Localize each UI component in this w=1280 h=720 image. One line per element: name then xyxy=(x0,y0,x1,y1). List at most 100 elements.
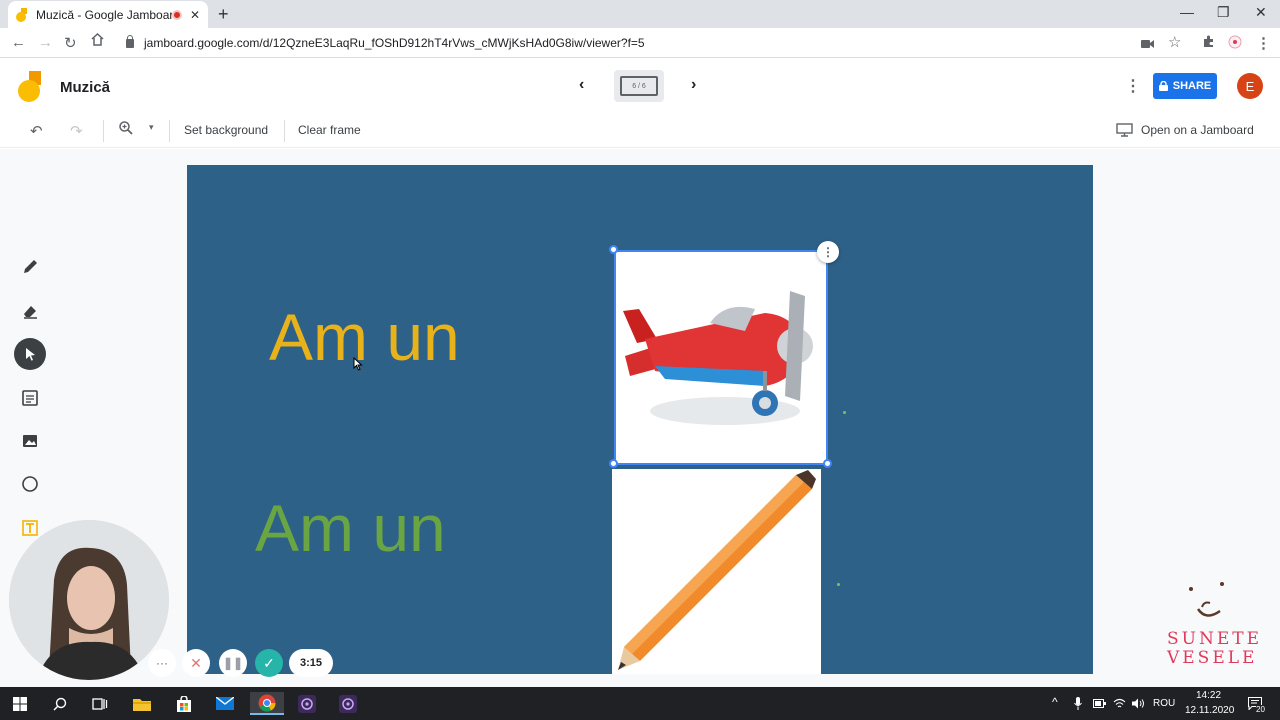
sunete-vesele-logo: SUNETE VESELE xyxy=(1160,575,1260,675)
store-icon[interactable] xyxy=(173,692,195,715)
jamboard-header: Muzică ‹ 6 / 6 › ⋮ SHARE E xyxy=(0,58,1280,114)
text-box-icon xyxy=(22,520,38,536)
address-bar[interactable]: jamboard.google.com/d/12QzneE3LaqRu_fOSh… xyxy=(116,31,1136,55)
clear-frame-button[interactable]: Clear frame xyxy=(298,123,361,137)
window-close-icon[interactable]: ✕ xyxy=(1255,4,1267,21)
shape-tool[interactable] xyxy=(14,468,46,500)
input-language[interactable]: ROU xyxy=(1153,698,1175,709)
jamboard-toolbar: ↶ ↷ ▾ Set background Clear frame Open on… xyxy=(0,114,1280,148)
recording-timer: 3:15 xyxy=(289,649,333,677)
add-image-tool[interactable] xyxy=(14,425,46,457)
zoom-dropdown-icon[interactable]: ▾ xyxy=(149,122,154,133)
image-options-icon[interactable]: ⋮ xyxy=(817,241,839,263)
cancel-recording-icon[interactable]: ✕ xyxy=(182,649,210,677)
windows-start-icon[interactable] xyxy=(10,692,30,715)
url-text: jamboard.google.com/d/12QzneE3LaqRu_fOSh… xyxy=(144,36,645,50)
pencil-image[interactable] xyxy=(612,469,821,674)
jamboard-logo-icon xyxy=(18,71,42,103)
set-background-button[interactable]: Set background xyxy=(184,123,268,137)
frame-bar-toggle[interactable]: 6 / 6 xyxy=(614,70,664,102)
mail-icon[interactable] xyxy=(214,692,236,715)
redo-icon[interactable]: ↷ xyxy=(70,122,83,140)
ink-dot xyxy=(843,411,846,414)
jam-canvas[interactable]: Am un Am un ⋮ xyxy=(187,165,1093,674)
account-avatar[interactable]: E xyxy=(1237,73,1263,99)
extensions-icon[interactable] xyxy=(1202,35,1215,52)
pause-recording-icon[interactable]: ❚❚ xyxy=(219,649,247,677)
toolbar-divider xyxy=(103,120,104,142)
browser-toolbar: ← → ↻ jamboard.google.com/d/12QzneE3LaqR… xyxy=(0,28,1280,58)
volume-icon[interactable] xyxy=(1131,692,1145,715)
image-icon xyxy=(23,435,37,447)
minimize-icon[interactable]: — xyxy=(1180,4,1194,20)
bookmark-star-icon[interactable]: ☆ xyxy=(1168,33,1181,51)
recorder-more-icon[interactable]: ··· xyxy=(148,649,176,677)
toolbar-divider xyxy=(169,120,170,142)
microphone-icon[interactable] xyxy=(1072,692,1084,715)
brand-line-2: VESELE xyxy=(1167,648,1258,668)
share-button[interactable]: SHARE xyxy=(1153,73,1217,99)
windows-taskbar: ^ ROU 14:22 12.11.2020 20 xyxy=(0,687,1280,720)
jamboard-favicon-icon xyxy=(16,7,28,22)
sticky-note-icon xyxy=(22,390,38,406)
eraser-icon xyxy=(24,306,37,319)
home-icon[interactable] xyxy=(91,32,104,50)
frame-indicator: 6 / 6 xyxy=(620,76,658,96)
resize-handle[interactable] xyxy=(609,459,618,468)
obs-app-icon[interactable] xyxy=(295,692,319,715)
circle-icon xyxy=(22,476,38,492)
browser-tab-strip: Muzică - Google Jamboard ✕ + — ❐ ✕ xyxy=(0,0,1280,28)
eraser-tool[interactable] xyxy=(14,295,46,327)
brand-line-1: SUNETE xyxy=(1167,629,1263,649)
chrome-taskbar-icon[interactable] xyxy=(250,692,284,715)
pen-icon xyxy=(24,260,37,273)
sticky-note-tool[interactable] xyxy=(14,382,46,414)
wifi-icon[interactable] xyxy=(1112,692,1126,715)
previous-frame-icon[interactable]: ‹ xyxy=(579,76,584,94)
battery-icon[interactable] xyxy=(1092,692,1106,715)
toolbar-divider xyxy=(284,120,285,142)
obs-app-icon[interactable] xyxy=(336,692,360,715)
next-frame-icon[interactable]: › xyxy=(691,76,696,94)
reload-icon[interactable]: ↻ xyxy=(64,34,77,52)
green-text-am-un[interactable]: Am un xyxy=(255,490,446,566)
clock-date[interactable]: 12.11.2020 xyxy=(1185,705,1234,716)
browser-tab[interactable]: Muzică - Google Jamboard ✕ xyxy=(8,1,208,28)
lock-icon xyxy=(1158,81,1168,91)
notification-count: 20 xyxy=(1256,705,1265,714)
selection-outline xyxy=(614,250,828,465)
mouse-cursor-icon xyxy=(353,356,363,376)
camera-icon[interactable] xyxy=(1141,36,1154,53)
pen-tool[interactable] xyxy=(14,251,46,283)
recording-indicator-icon xyxy=(171,9,182,20)
rotate-handle[interactable] xyxy=(609,245,618,254)
jamboard-device-icon xyxy=(1116,123,1133,141)
avatar-initial: E xyxy=(1245,78,1255,94)
profile-extension-icon[interactable] xyxy=(1228,35,1242,53)
new-tab-icon[interactable]: + xyxy=(218,4,229,25)
finish-recording-icon[interactable]: ✓ xyxy=(255,649,283,677)
webcam-preview xyxy=(9,520,169,680)
show-hidden-icons-icon[interactable]: ^ xyxy=(1052,695,1058,709)
forward-icon[interactable]: → xyxy=(38,34,53,51)
task-view-icon[interactable] xyxy=(90,692,110,715)
tab-title: Muzică - Google Jamboard xyxy=(36,7,172,22)
search-icon[interactable] xyxy=(50,692,70,715)
file-explorer-icon[interactable] xyxy=(131,692,153,715)
tab-close-icon[interactable]: ✕ xyxy=(190,8,200,22)
resize-handle[interactable] xyxy=(823,459,832,468)
share-label: SHARE xyxy=(1172,80,1212,92)
back-icon[interactable]: ← xyxy=(11,34,26,51)
select-tool[interactable] xyxy=(14,338,46,370)
ink-dot xyxy=(837,583,840,586)
open-on-jamboard-button[interactable]: Open on a Jamboard xyxy=(1141,123,1254,137)
lock-icon xyxy=(126,34,134,48)
document-title[interactable]: Muzică xyxy=(60,79,110,96)
yellow-text-am-un[interactable]: Am un xyxy=(269,299,460,375)
undo-icon[interactable]: ↶ xyxy=(30,122,43,140)
restore-icon[interactable]: ❐ xyxy=(1217,4,1230,21)
zoom-icon[interactable] xyxy=(119,121,133,139)
clock-time[interactable]: 14:22 xyxy=(1196,690,1221,701)
browser-menu-icon[interactable]: ⋮ xyxy=(1256,34,1271,52)
more-options-icon[interactable]: ⋮ xyxy=(1125,76,1141,96)
